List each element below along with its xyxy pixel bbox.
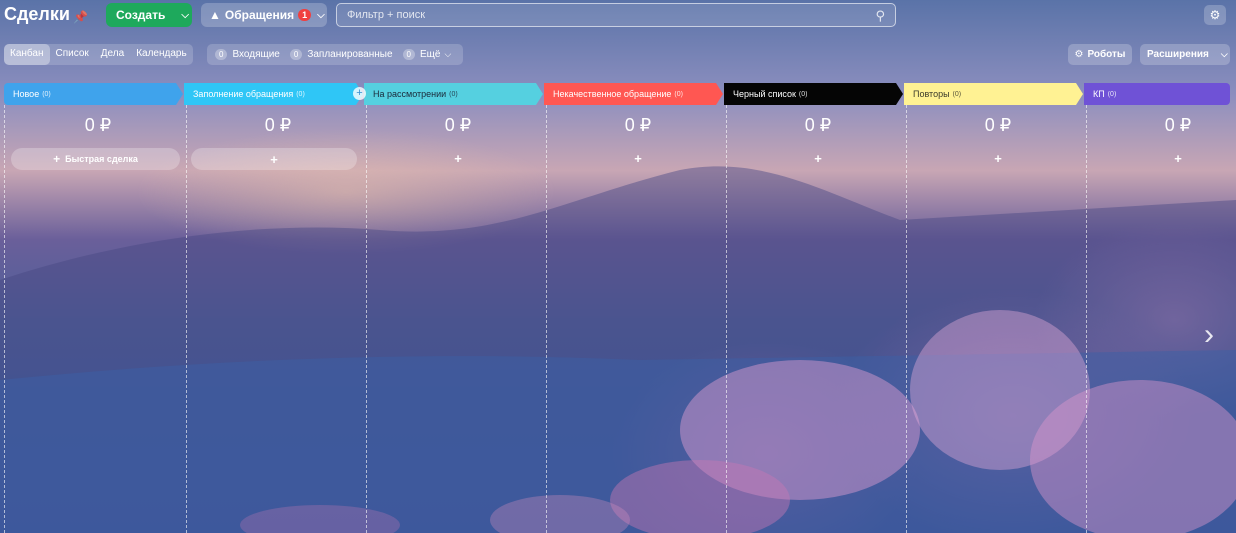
chevron-down-icon: ⌵: [444, 49, 452, 59]
gear-icon: ⚙: [1209, 8, 1221, 22]
stage-header-2[interactable]: На рассмотрении (0): [364, 83, 543, 105]
stage-name: Повторы: [913, 89, 950, 99]
extensions-label: Расширения: [1147, 49, 1209, 60]
counter-more-label: Ещё: [419, 49, 441, 60]
view-calendar[interactable]: Календарь: [130, 44, 192, 65]
stage-name: Черный список: [733, 89, 796, 99]
stage-name: Новое: [13, 89, 40, 99]
robots-button[interactable]: ⚙ Роботы: [1068, 44, 1132, 65]
column-divider: [366, 105, 367, 533]
stage-sum: 0 ₽: [804, 115, 832, 135]
column-divider: [906, 105, 907, 533]
stage-header-5[interactable]: Повторы (0): [904, 83, 1083, 105]
page-title: Сделки: [4, 4, 70, 24]
column-divider: [1086, 105, 1087, 533]
counter-planned-count: 0: [289, 49, 303, 60]
stage-sum: 0 ₽: [264, 115, 292, 135]
quick-deal-label: Быстрая сделка: [65, 154, 138, 164]
stage-count: (0): [798, 90, 808, 98]
funnel-icon: ▲: [209, 8, 221, 22]
add-deal-button[interactable]: +: [728, 151, 908, 166]
extensions-button[interactable]: Расширения ⌵: [1140, 44, 1230, 65]
counters-bar: 0 Входящие 0 Запланированные 0 Ещё ⌵: [207, 44, 463, 65]
stage-sum: 0 ₽: [1164, 115, 1192, 135]
chevron-right-icon[interactable]: ›: [1204, 318, 1214, 352]
view-activities[interactable]: Дела: [95, 44, 130, 65]
quick-deal-button[interactable]: + Быстрая сделка: [11, 148, 180, 170]
search-placeholder: Фильтр + поиск: [347, 9, 426, 21]
search-icon[interactable]: ⚲: [875, 8, 885, 24]
column-divider: [726, 105, 727, 533]
stage-header-4[interactable]: Черный список (0): [724, 83, 903, 105]
counter-more[interactable]: 0 Ещё ⌵: [402, 49, 452, 60]
stage-header-3[interactable]: Некачественное обращение (0): [544, 83, 723, 105]
column-divider: [186, 105, 187, 533]
view-switcher: Канбан Список Дела Календарь: [4, 44, 193, 65]
column-divider: [546, 105, 547, 533]
stage-count: (0): [42, 90, 51, 98]
add-stage-icon[interactable]: +: [353, 87, 366, 100]
counter-incoming-count: 0: [215, 49, 228, 60]
chevron-down-icon: ⌵: [317, 9, 325, 21]
requests-label: Обращения: [224, 8, 295, 22]
stage-name: Некачественное обращение: [553, 89, 672, 99]
stage-sum: 0 ₽: [624, 115, 652, 135]
stage-sum: 0 ₽: [84, 115, 112, 135]
pin-icon[interactable]: 📌: [73, 10, 88, 24]
counter-planned[interactable]: 0 Запланированные: [289, 49, 393, 60]
create-button-label: Создать: [116, 8, 166, 22]
plus-icon: +: [53, 152, 61, 166]
stage-header-6[interactable]: КП (0): [1084, 83, 1230, 105]
counter-incoming[interactable]: 0 Входящие: [215, 49, 280, 60]
stage-header-1[interactable]: Заполнение обращения (0): [184, 83, 363, 105]
stage-count: (0): [449, 90, 458, 98]
stage-name: КП: [1093, 89, 1105, 99]
search-input[interactable]: Фильтр + поиск ⚲: [336, 3, 896, 27]
stage-count: (0): [674, 90, 683, 98]
settings-gear-button[interactable]: ⚙: [1204, 5, 1226, 25]
stage-count: (0): [1107, 90, 1117, 98]
chevron-down-icon[interactable]: ⌵: [1216, 49, 1233, 60]
add-deal-button[interactable]: +: [191, 148, 357, 170]
view-list[interactable]: Список: [50, 44, 95, 65]
column-divider: [4, 105, 5, 533]
create-button[interactable]: Создать ⌵: [106, 3, 192, 27]
add-deal-button[interactable]: +: [908, 151, 1088, 166]
counter-more-count: 0: [402, 49, 415, 60]
robots-label: Роботы: [1087, 49, 1126, 60]
add-deal-button[interactable]: +: [368, 151, 548, 166]
view-kanban[interactable]: Канбан: [4, 44, 50, 65]
chevron-down-icon[interactable]: ⌵: [175, 10, 195, 21]
robot-icon: ⚙: [1074, 49, 1084, 60]
stage-name: На рассмотрении: [373, 89, 447, 99]
requests-button[interactable]: ▲ Обращения 1 ⌵: [201, 3, 327, 27]
stage-count: (0): [296, 90, 305, 98]
stage-count: (0): [952, 90, 962, 98]
counter-incoming-label: Входящие: [232, 49, 280, 60]
counter-planned-label: Запланированные: [307, 49, 393, 60]
stage-name: Заполнение обращения: [193, 89, 294, 99]
add-deal-button[interactable]: +: [1088, 151, 1236, 166]
stage-header-0[interactable]: Новое (0): [4, 83, 183, 105]
stage-sum: 0 ₽: [984, 115, 1012, 135]
requests-badge: 1: [298, 9, 312, 21]
add-deal-button[interactable]: +: [548, 151, 728, 166]
stage-sum: 0 ₽: [444, 115, 472, 135]
